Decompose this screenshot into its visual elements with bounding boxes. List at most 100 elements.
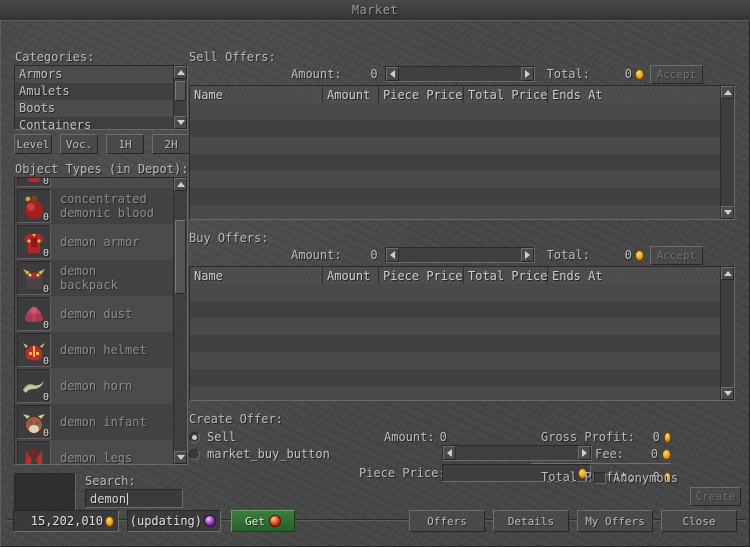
list-item[interactable]: 0 demon dust (15, 296, 173, 332)
buy-offers-scrollbar[interactable] (720, 267, 734, 400)
list-item[interactable]: 0 demon backpack (15, 260, 173, 296)
item-count: 0 (42, 248, 49, 259)
filter-button-vocation[interactable]: Voc. (60, 134, 98, 154)
column-header-total-price[interactable]: Total Price (464, 267, 548, 284)
table-row[interactable] (190, 318, 720, 335)
buy-amount-slider-left-button[interactable] (385, 248, 399, 262)
radio-sell[interactable]: Sell (189, 430, 236, 444)
anonymous-checkbox[interactable] (594, 472, 606, 484)
buy-offers-table[interactable]: Name Amount Piece Price Total Price Ends… (189, 266, 735, 401)
gold-coin-icon (662, 448, 671, 460)
category-item[interactable]: Containers (15, 117, 173, 129)
table-row[interactable] (190, 335, 720, 352)
object-scroll-down-button[interactable] (174, 451, 187, 464)
table-row[interactable] (190, 205, 720, 219)
categories-list[interactable]: Armors Amulets Boots Containers (14, 65, 188, 130)
object-types-scrollbar[interactable] (173, 178, 187, 464)
fee-label: Fee: (595, 447, 624, 461)
sell-offers-scrollbar[interactable] (720, 86, 734, 219)
search-input[interactable]: demon (85, 489, 183, 508)
table-row[interactable] (190, 120, 720, 137)
category-item[interactable]: Armors (15, 66, 173, 83)
item-count: 0 (42, 320, 49, 331)
table-row[interactable] (190, 284, 720, 301)
sell-accept-button[interactable]: Accept (649, 64, 703, 84)
chevron-left-icon (389, 251, 395, 259)
buy-offers-table-header: Name Amount Piece Price Total Price Ends… (190, 267, 734, 285)
sell-scroll-down-button[interactable] (721, 206, 734, 219)
list-item[interactable]: 0 demon infant (15, 404, 173, 440)
details-button[interactable]: Details (493, 510, 569, 532)
categories-scrollbar[interactable] (173, 66, 187, 129)
column-header-ends-at[interactable]: Ends At (548, 86, 734, 103)
categories-label: Categories: (15, 50, 95, 64)
list-item[interactable]: 0 concentrated demonic blood (15, 188, 173, 224)
table-row[interactable] (190, 188, 720, 205)
radio-buy-input[interactable] (189, 448, 200, 460)
tibia-coin-red-icon (268, 515, 281, 527)
sell-amount-slider-left-button[interactable] (385, 67, 399, 81)
filter-button-two-hand[interactable]: 2H (152, 134, 190, 154)
list-item[interactable]: 0 demon armor (15, 224, 173, 260)
anonymous-option[interactable]: Anonymous (594, 471, 678, 485)
table-row[interactable] (190, 154, 720, 171)
buy-accept-button[interactable]: Accept (649, 245, 703, 265)
category-item[interactable]: Amulets (15, 83, 173, 100)
list-item[interactable]: 0 demon helmet (15, 332, 173, 368)
buy-amount-slider[interactable] (384, 247, 535, 263)
column-header-name[interactable]: Name (190, 86, 323, 103)
list-item-label: demon horn (60, 379, 133, 393)
sell-scroll-up-button[interactable] (721, 86, 734, 99)
table-row[interactable] (190, 386, 720, 400)
column-header-piece-price[interactable]: Piece Price (379, 267, 464, 284)
list-item[interactable]: 0 demon legs (15, 440, 173, 464)
create-offer-button[interactable]: Create (690, 487, 741, 506)
create-amount-slider-left-button[interactable] (443, 446, 456, 460)
my-offers-button[interactable]: My Offers (577, 510, 653, 532)
buy-scroll-down-button[interactable] (721, 387, 734, 400)
gold-coin-icon (663, 431, 671, 443)
table-row[interactable] (190, 369, 720, 386)
column-header-amount[interactable]: Amount (323, 267, 379, 284)
table-row[interactable] (190, 171, 720, 188)
column-header-amount[interactable]: Amount (323, 86, 379, 103)
column-header-piece-price[interactable]: Piece Price (379, 86, 464, 103)
item-count: 0 (42, 356, 49, 367)
object-scroll-thumb[interactable] (175, 220, 186, 294)
buy-amount-label: Amount: (291, 248, 342, 262)
table-row[interactable] (190, 352, 720, 369)
sell-amount-slider[interactable] (384, 66, 535, 82)
sell-offers-table[interactable]: Name Amount Piece Price Total Price Ends… (189, 85, 735, 220)
anonymous-label: Anonymous (613, 471, 679, 485)
categories-scroll-down-button[interactable] (174, 116, 187, 129)
table-row[interactable] (190, 137, 720, 154)
radio-sell-input[interactable] (189, 431, 200, 443)
get-coins-label: Get (245, 514, 265, 528)
categories-scroll-thumb[interactable] (175, 81, 186, 101)
column-header-total-price[interactable]: Total Price (464, 86, 548, 103)
buy-scroll-up-button[interactable] (721, 267, 734, 280)
list-item[interactable]: 0 demon horn (15, 368, 173, 404)
sell-amount-slider-right-button[interactable] (520, 67, 534, 81)
table-row[interactable] (190, 301, 720, 318)
table-row[interactable] (190, 103, 720, 120)
filter-button-one-hand[interactable]: 1H (106, 134, 144, 154)
object-scroll-up-button[interactable] (174, 178, 187, 191)
column-header-ends-at[interactable]: Ends At (548, 267, 734, 284)
object-types-list-inner: 0 demon 0 conce (15, 178, 173, 464)
offers-button[interactable]: Offers (409, 510, 485, 532)
radio-buy[interactable]: market_buy_button (189, 447, 330, 461)
close-button[interactable]: Close (661, 510, 737, 532)
chevron-up-icon (176, 182, 185, 187)
filter-buttons: Level Voc. 1H 2H (14, 134, 190, 154)
window-titlebar: Market (0, 0, 750, 21)
categories-scroll-up-button[interactable] (174, 66, 187, 79)
buy-amount-slider-right-button[interactable] (520, 248, 534, 262)
list-item[interactable]: 0 demon (15, 178, 173, 188)
category-item[interactable]: Boots (15, 100, 173, 117)
filter-button-level[interactable]: Level (14, 134, 52, 154)
get-coins-button[interactable]: Get (231, 510, 295, 532)
column-header-name[interactable]: Name (190, 267, 323, 284)
gross-profit-label: Gross Profit: (541, 430, 635, 444)
object-types-list[interactable]: 0 demon 0 conce (14, 177, 188, 465)
